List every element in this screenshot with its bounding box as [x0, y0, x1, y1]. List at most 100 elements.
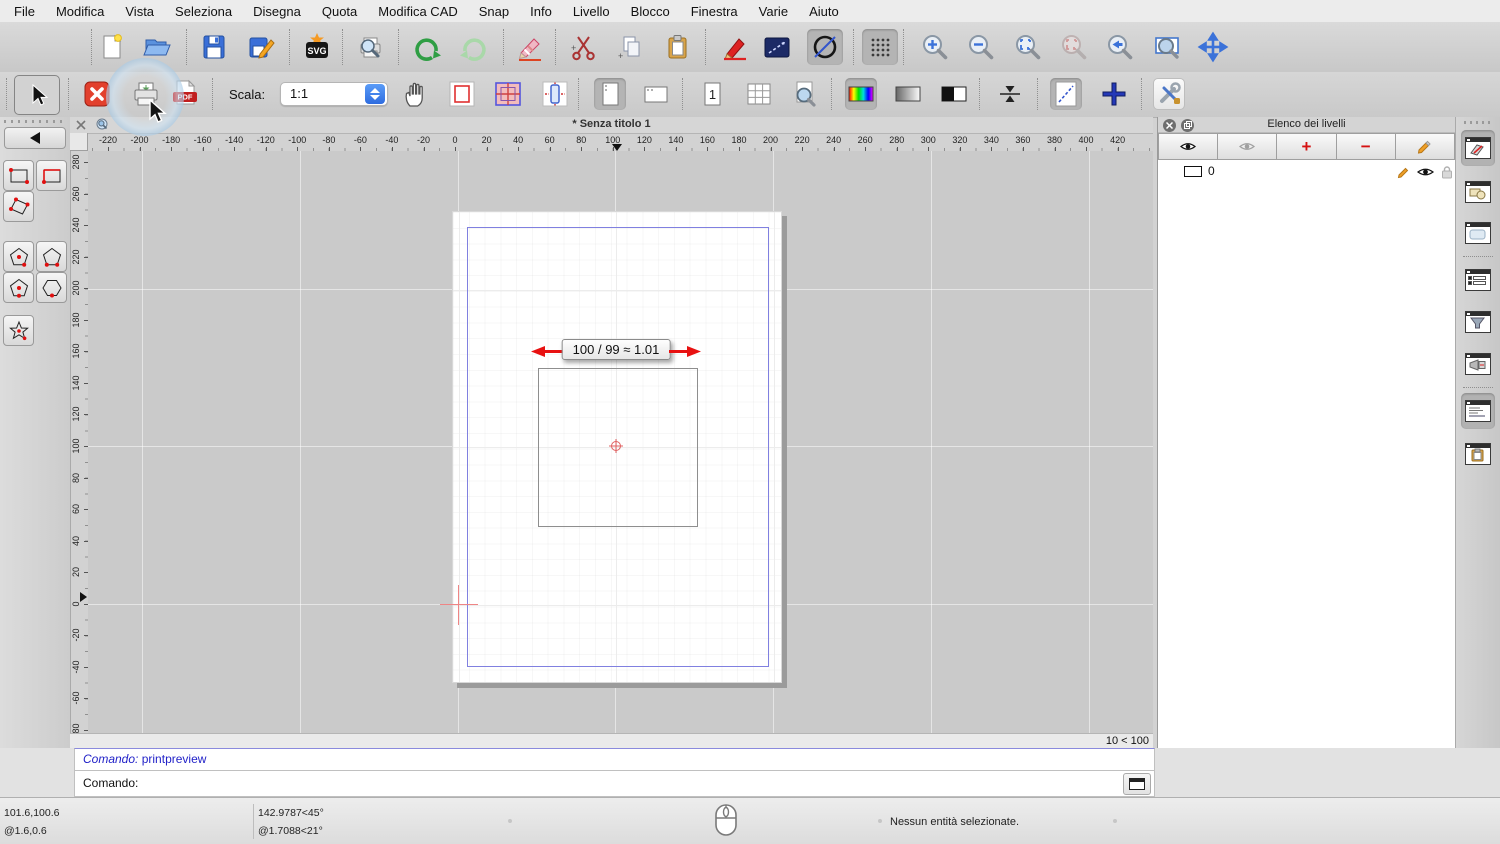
delete-button[interactable] — [512, 29, 548, 65]
menu-item-blocco[interactable]: Blocco — [631, 4, 670, 19]
menu-item-seleziona[interactable]: Seleziona — [175, 4, 232, 19]
fit-drawing-to-paper-button[interactable] — [539, 78, 571, 110]
toolbar-separator — [682, 78, 683, 110]
menu-item-disegna[interactable]: Disegna — [253, 4, 301, 19]
remove-layer-button[interactable]: − — [1337, 133, 1396, 160]
drawing-canvas[interactable]: 100 / 99 ≈ 1.01 — [88, 151, 1153, 733]
scale-value: 1:1 — [290, 86, 308, 101]
print-preview-button[interactable] — [352, 29, 388, 65]
ruler-label: 80 — [566, 135, 596, 145]
zoom-previous-button[interactable] — [1102, 29, 1138, 65]
print-button[interactable] — [129, 78, 161, 110]
portrait-orientation-toggle[interactable] — [594, 78, 626, 110]
block-list-toggle[interactable] — [1461, 174, 1495, 210]
menu-item-file[interactable]: File — [14, 4, 35, 19]
dock-drag-handle[interactable] — [1464, 121, 1494, 124]
tool-rectangle-2-corners[interactable] — [3, 160, 34, 191]
close-print-preview-button[interactable] — [81, 78, 113, 110]
ruler-label: 200 — [71, 274, 81, 302]
tool-rotated-rectangle[interactable] — [3, 191, 34, 222]
layer-visible-icon[interactable] — [1417, 166, 1434, 178]
menu-item-livello[interactable]: Livello — [573, 4, 610, 19]
open-file-button[interactable] — [139, 29, 175, 65]
multiple-pages-button[interactable] — [743, 78, 775, 110]
pan-paper-button[interactable] — [400, 78, 432, 110]
grid-toggle[interactable] — [862, 29, 898, 65]
menu-item-modifica[interactable]: Modifica — [56, 4, 104, 19]
zoom-in-button[interactable] — [917, 29, 953, 65]
paste-button[interactable] — [660, 29, 696, 65]
undo-button[interactable] — [409, 29, 445, 65]
ruler-label: 420 — [1103, 135, 1133, 145]
ruler-corner — [70, 133, 88, 151]
back-button[interactable] — [4, 127, 66, 149]
clipboard-panel-toggle[interactable] — [1461, 436, 1495, 472]
layer-lock-icon[interactable] — [1441, 165, 1453, 179]
show-all-layers-button[interactable] — [1158, 133, 1218, 160]
zoom-window-button[interactable] — [1149, 29, 1185, 65]
layer-list-toggle[interactable] — [1461, 130, 1495, 166]
library-browser-toggle[interactable] — [1461, 215, 1495, 251]
stepper-icon[interactable] — [365, 84, 385, 104]
tool-polygon-side-side[interactable] — [36, 272, 67, 303]
property-editor-toggle[interactable] — [1461, 262, 1495, 298]
toolbar-separator — [398, 29, 399, 65]
menu-item-quota[interactable]: Quota — [322, 4, 357, 19]
selection-filter-toggle[interactable] — [1461, 304, 1495, 340]
hairline-mode-button[interactable] — [994, 78, 1026, 110]
multi-page-grid-button[interactable] — [492, 78, 524, 110]
menu-item-aiuto[interactable]: Aiuto — [809, 4, 839, 19]
show-drawing-toggle[interactable] — [1050, 78, 1082, 110]
full-color-mode-toggle[interactable] — [845, 78, 877, 110]
ruler-label: -140 — [219, 135, 249, 145]
toolbox-button[interactable] — [1153, 78, 1185, 110]
redo-button[interactable] — [456, 29, 492, 65]
tool-rectangle-with-size[interactable] — [36, 160, 67, 191]
hide-all-layers-button[interactable] — [1218, 133, 1277, 160]
tab-title[interactable]: * Senza titolo 1 — [70, 118, 1153, 130]
zoom-to-page-button[interactable] — [789, 78, 821, 110]
pan-zoom-button[interactable] — [1195, 29, 1231, 65]
add-layer-button[interactable]: + — [1277, 133, 1336, 160]
layer-row[interactable]: 0 — [1158, 162, 1455, 181]
landscape-orientation-toggle[interactable] — [640, 78, 672, 110]
tool-polygon-center-vertex[interactable] — [3, 241, 34, 272]
cut-button[interactable]: + — [565, 29, 601, 65]
menu-item-varie[interactable]: Varie — [759, 4, 788, 19]
reference-point-icon[interactable] — [608, 438, 624, 454]
menu-item-info[interactable]: Info — [530, 4, 552, 19]
new-document-button[interactable] — [94, 29, 130, 65]
zoom-out-button[interactable] — [963, 29, 999, 65]
command-output-toggle[interactable] — [1461, 346, 1495, 382]
menu-item-snap[interactable]: Snap — [479, 4, 509, 19]
coordinate-relative: @1.6,0.6 — [4, 825, 47, 837]
selection-preferences-icon[interactable] — [759, 29, 795, 65]
command-popup-button[interactable] — [1123, 773, 1151, 795]
tool-star[interactable] — [3, 315, 34, 346]
svg-export-button[interactable]: SVG — [299, 29, 335, 65]
drawing-preferences-icon[interactable] — [717, 29, 753, 65]
pdf-export-button[interactable]: PDF — [169, 78, 201, 110]
grayscale-mode-toggle[interactable] — [892, 78, 924, 110]
tool-polygon-2-vertices[interactable] — [36, 241, 67, 272]
edit-layer-icon[interactable] — [1397, 165, 1411, 179]
menu-item-modifica-cad[interactable]: Modifica CAD — [378, 4, 457, 19]
auto-zoom-button[interactable] — [1010, 29, 1046, 65]
command-line-toggle[interactable] — [1461, 393, 1495, 429]
single-page-button[interactable]: 1 — [696, 78, 728, 110]
edit-layer-button[interactable] — [1396, 133, 1455, 160]
palette-drag-handle[interactable] — [4, 120, 66, 123]
show-paper-borders-button[interactable] — [446, 78, 478, 110]
copy-button[interactable]: + — [612, 29, 648, 65]
black-white-mode-toggle[interactable] — [938, 78, 970, 110]
scale-select[interactable]: 1:1 — [280, 82, 388, 106]
tool-polygon-center-side[interactable] — [3, 272, 34, 303]
restrict-off-toggle[interactable] — [807, 29, 843, 65]
selection-tool-button[interactable] — [14, 75, 60, 115]
command-input[interactable]: Comando: — [74, 770, 1155, 797]
menu-item-vista[interactable]: Vista — [125, 4, 154, 19]
save-button[interactable] — [196, 29, 232, 65]
save-as-button[interactable] — [243, 29, 279, 65]
menu-item-finestra[interactable]: Finestra — [691, 4, 738, 19]
crosshair-button[interactable] — [1098, 78, 1130, 110]
